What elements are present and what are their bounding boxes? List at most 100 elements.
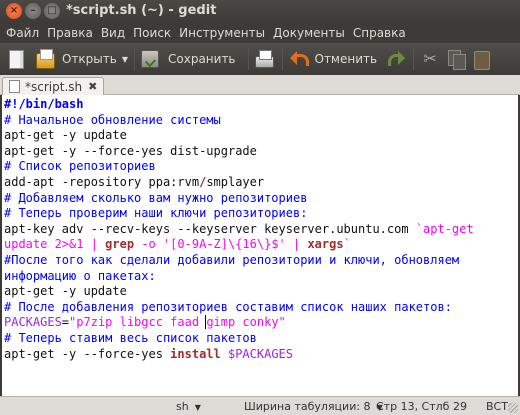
paste-icon xyxy=(472,49,492,70)
tab-label: *script.sh xyxy=(25,79,83,94)
window-title: *script.sh (~) - gedit xyxy=(66,3,217,18)
tab-width-selector[interactable]: Ширина табуляции: 8 ▼ xyxy=(244,400,383,413)
status-bar: sh ▼ Ширина табуляции: 8 ▼ Стр 13, Стлб 29… xyxy=(0,396,520,415)
code-token: xargs xyxy=(307,237,344,252)
close-tab-icon[interactable]: ✖ xyxy=(88,80,97,93)
language-dropdown-icon: ▼ xyxy=(194,403,201,412)
maximize-window-button[interactable]: □ xyxy=(44,3,60,19)
save-button[interactable]: Сохранить xyxy=(141,45,236,73)
tab-script-sh[interactable]: *script.sh ✖ xyxy=(2,77,105,95)
open-button[interactable]: Открыть xyxy=(36,45,117,73)
copy-button[interactable] xyxy=(446,45,467,73)
code-token: apt-get -y --force-yes xyxy=(4,346,171,361)
toolbar-separator xyxy=(281,48,283,70)
code-token: grep xyxy=(105,237,135,252)
code-line[interactable]: #!/bin/bash xyxy=(4,97,516,113)
code-line[interactable]: apt-get -y --force-yes install $PACKAGES xyxy=(4,347,516,363)
code-token: # Начальное обновление системы xyxy=(4,112,221,127)
redo-icon xyxy=(385,49,406,69)
text-document-icon xyxy=(9,80,20,93)
cut-button[interactable]: ✂ xyxy=(420,45,440,73)
code-line[interactable]: # Начальное обновление системы xyxy=(4,113,516,129)
code-token: apt-get -y update xyxy=(4,284,127,299)
undo-button-label: Отменить xyxy=(314,52,378,66)
save-button-label: Сохранить xyxy=(168,52,236,66)
print-icon xyxy=(254,50,274,68)
redo-button[interactable] xyxy=(385,45,406,73)
code-line[interactable]: # После добавления репозиториев составим… xyxy=(4,300,516,316)
undo-icon xyxy=(289,49,309,69)
code-line[interactable]: информацию о пакетах: xyxy=(4,269,516,285)
code-token: # После добавления репозиториев составим… xyxy=(4,299,452,314)
code-line[interactable]: # Теперь проверим наши ключи репозиторие… xyxy=(4,206,516,222)
code-line[interactable]: apt-get -y update xyxy=(4,284,516,300)
code-line[interactable]: # Теперь ставим весь список пакетов xyxy=(4,331,516,347)
resize-grip-icon[interactable] xyxy=(508,403,518,413)
code-token: `apt-get xyxy=(415,221,474,236)
cut-icon: ✂ xyxy=(423,49,437,68)
document-tab-bar: *script.sh ✖ xyxy=(0,75,520,95)
menu-tools[interactable]: Инструменты xyxy=(175,26,269,40)
code-token: -o '[0-9A-Z]\{16\}$' | xyxy=(134,237,308,252)
paste-button[interactable] xyxy=(472,45,492,73)
code-token: # Список репозиториев xyxy=(4,159,156,174)
code-token: install xyxy=(170,346,221,361)
new-document-icon xyxy=(9,49,24,69)
code-line[interactable]: # Список репозиториев xyxy=(4,159,516,175)
code-token: # Теперь проверим наши ключи репозиторие… xyxy=(4,206,308,221)
menu-view[interactable]: Вид xyxy=(97,26,129,40)
code-token: = xyxy=(61,315,70,330)
toolbar-separator xyxy=(134,48,135,70)
tab-width-label: Ширина табуляции: 8 xyxy=(244,400,371,413)
toolbar-separator xyxy=(413,48,415,70)
menu-documents[interactable]: Документы xyxy=(269,26,349,40)
code-line[interactable]: apt-get -y --force-yes dist-upgrade xyxy=(4,144,516,160)
code-line[interactable]: #После того как сделали добавили репозит… xyxy=(4,253,516,269)
code-token: update 2>&1 | xyxy=(4,237,106,252)
insert-mode: ВСТ xyxy=(486,400,508,413)
open-button-label: Открыть xyxy=(62,52,117,66)
save-icon xyxy=(141,50,159,68)
menu-search[interactable]: Поиск xyxy=(129,26,175,40)
undo-button[interactable]: Отменить xyxy=(289,45,378,73)
new-document-button[interactable] xyxy=(6,45,24,73)
code-token: ` xyxy=(343,237,351,252)
code-token: #После того как сделали добавили репозит… xyxy=(4,252,460,267)
code-token: # Теперь ставим весь список пакетов xyxy=(4,330,257,345)
code-line[interactable]: apt-key adv --recv-keys --keyserver keys… xyxy=(4,222,516,238)
code-token: PACKAGES xyxy=(4,315,62,330)
code-line[interactable]: apt-get -y update xyxy=(4,128,516,144)
print-button[interactable] xyxy=(254,45,274,73)
menu-edit[interactable]: Правка xyxy=(43,26,97,40)
title-bar: × – □ *script.sh (~) - gedit xyxy=(0,0,520,22)
menu-file[interactable]: Файл xyxy=(2,26,43,40)
menu-bar: Файл Правка Вид Поиск Инструменты Докуме… xyxy=(0,22,520,43)
code-line[interactable]: # Добавляем сколько вам нужно репозитори… xyxy=(4,191,516,207)
code-token: # Добавляем сколько вам нужно репозитори… xyxy=(4,190,308,205)
menu-help[interactable]: Справка xyxy=(349,26,410,40)
code-token: apt-key adv --recv-keys --keyserver keys… xyxy=(4,221,416,236)
code-token: $PACKAGES xyxy=(227,346,294,361)
code-token: apt-get -y update xyxy=(4,128,127,143)
code-line[interactable]: add-apt -repository ppa:rvm/smplayer xyxy=(4,175,516,191)
code-token: #!/bin/bash xyxy=(4,97,84,111)
toolbar-separator xyxy=(247,48,249,70)
open-folder-icon xyxy=(36,48,55,69)
close-window-button[interactable]: × xyxy=(6,3,22,19)
cursor-position: Стр 13, Стлб 29 xyxy=(376,400,467,413)
code-line[interactable]: PACKAGES="p7zip libgcc faad gimp conky" xyxy=(4,315,516,331)
language-label: sh xyxy=(176,400,189,413)
code-token: информацию о пакетах: xyxy=(4,268,156,283)
code-line[interactable]: update 2>&1 | grep -o '[0-9A-Z]\{16\}$' … xyxy=(4,237,516,253)
code-token: gimp conky" xyxy=(206,315,286,330)
open-recent-dropdown-icon[interactable]: ▼ xyxy=(122,55,128,64)
minimize-window-button[interactable]: – xyxy=(25,3,41,19)
code-token: apt-get -y --force-yes dist-upgrade xyxy=(4,143,257,158)
language-selector[interactable]: sh ▼ xyxy=(176,400,201,413)
code-token: "p7zip libgcc faad xyxy=(69,315,207,330)
toolbar: Открыть ▼ Сохранить Отменить ✂ xyxy=(0,43,520,75)
code-token: smplayer xyxy=(206,174,265,189)
copy-icon xyxy=(446,49,467,70)
text-editor[interactable]: #!/bin/bash # Начальное обновление систем… xyxy=(0,95,520,396)
